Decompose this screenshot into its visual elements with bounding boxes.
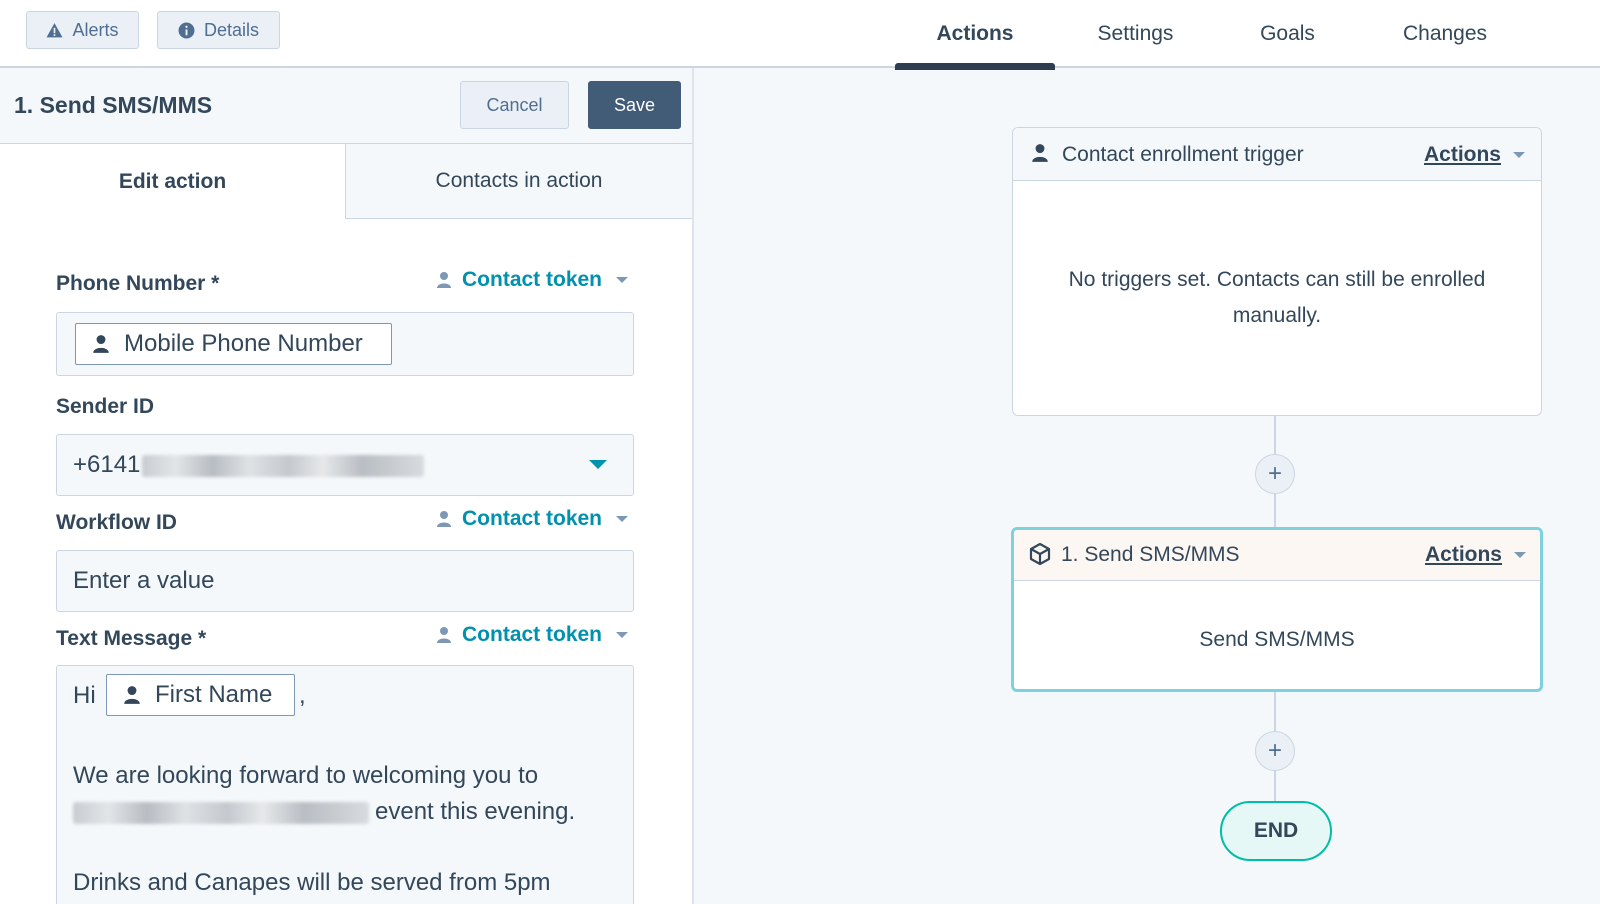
tab-label: Changes	[1402, 22, 1488, 45]
workflow-tabs: Actions Settings Goals Changes	[895, 0, 1531, 70]
contact-icon	[124, 686, 140, 704]
enrollment-trigger-card[interactable]: Contact enrollment trigger Actions No tr…	[1012, 127, 1542, 416]
chevron-down-icon	[589, 460, 607, 469]
text-message-editor[interactable]: Hi First Name , We are looking forward t…	[56, 665, 634, 904]
phone-number-field[interactable]: Mobile Phone Number	[56, 312, 634, 376]
card-title: Contact enrollment trigger	[1062, 143, 1304, 166]
tab-contacts-in-action[interactable]: Contacts in action	[345, 144, 692, 219]
tab-label: Actions	[936, 22, 1014, 45]
trigger-message-line-2: manually.	[1232, 304, 1322, 327]
chevron-down-icon	[1513, 152, 1525, 158]
phone-number-label: Phone Number *	[56, 272, 220, 295]
sender-id-select[interactable]: +6141	[56, 434, 634, 496]
actions-label: Actions	[1423, 143, 1501, 166]
message-greeting: Hi	[73, 682, 96, 709]
phone-contact-token-dropdown[interactable]: Contact token	[436, 268, 629, 292]
message-comma: ,	[299, 682, 306, 709]
text-message-label: Text Message *	[56, 627, 207, 650]
panel-header: 1. Send SMS/MMS Cancel Save	[0, 68, 692, 144]
add-action-button[interactable]: +	[1255, 731, 1295, 771]
action-card-body: Send SMS/MMS	[1199, 628, 1355, 651]
workflow-contact-token-dropdown[interactable]: Contact token	[436, 507, 629, 531]
chip-label: First Name	[155, 681, 273, 708]
add-action-button[interactable]: +	[1255, 454, 1295, 494]
details-button[interactable]: Details	[157, 11, 280, 49]
chevron-down-icon	[616, 516, 629, 522]
box-icon	[1029, 542, 1051, 566]
workflow-id-input[interactable]: Enter a value	[56, 550, 634, 612]
trigger-message-line-1: No triggers set. Contacts can still be e…	[1068, 268, 1486, 291]
tab-settings[interactable]: Settings	[1055, 0, 1216, 68]
redacted-text	[73, 801, 369, 824]
cancel-button[interactable]: Cancel	[460, 81, 569, 129]
contact-icon	[93, 335, 109, 353]
redacted-text	[142, 454, 425, 477]
workflow-id-placeholder: Enter a value	[73, 567, 215, 594]
first-name-token-chip[interactable]: First Name	[106, 674, 295, 716]
mobile-phone-token-chip[interactable]: Mobile Phone Number	[75, 323, 392, 365]
tab-changes[interactable]: Changes	[1359, 0, 1531, 68]
warning-icon	[47, 22, 63, 37]
tab-edit-action[interactable]: Edit action	[0, 144, 345, 219]
contact-icon	[437, 511, 451, 527]
message-line-3: event this evening.	[73, 798, 575, 826]
connector-line	[1274, 692, 1276, 732]
connector-line	[1274, 416, 1276, 454]
message-line-3-suffix: event this evening.	[375, 798, 576, 825]
tab-actions[interactable]: Actions	[895, 0, 1055, 70]
workflow-id-label: Workflow ID	[56, 511, 177, 534]
chevron-down-icon	[616, 277, 629, 283]
contact-icon	[437, 272, 451, 288]
message-contact-token-dropdown[interactable]: Contact token	[436, 623, 629, 647]
chip-label: Mobile Phone Number	[124, 330, 363, 357]
chevron-down-icon	[616, 632, 629, 638]
contact-icon	[1032, 144, 1048, 162]
actions-label: Actions	[1424, 543, 1502, 566]
chevron-down-icon	[1514, 552, 1526, 558]
tab-goals[interactable]: Goals	[1216, 0, 1359, 68]
sender-id-label: Sender ID	[56, 395, 155, 418]
top-bar: Alerts Details Actions Settings Goals Ch…	[0, 0, 1600, 70]
alerts-button[interactable]: Alerts	[26, 11, 139, 49]
contact-token-label: Contact token	[462, 623, 603, 646]
message-line-4: Drinks and Canapes will be served from 5…	[73, 869, 551, 896]
tab-label: Settings	[1097, 22, 1174, 45]
connector-line	[1274, 494, 1276, 528]
details-label: Details	[203, 19, 260, 40]
contact-token-label: Contact token	[462, 268, 603, 291]
panel-title: 1. Send SMS/MMS	[14, 92, 213, 118]
sender-id-value: +6141	[73, 451, 425, 479]
end-node: END	[1220, 801, 1332, 861]
connector-line	[1274, 770, 1276, 802]
trigger-actions-dropdown[interactable]: Actions	[1424, 143, 1525, 167]
action-edit-panel: 1. Send SMS/MMS Cancel Save Edit action …	[0, 68, 694, 904]
info-icon	[178, 22, 195, 38]
contact-token-label: Contact token	[462, 507, 603, 530]
save-button[interactable]: Save	[588, 81, 681, 129]
tab-label: Goals	[1260, 22, 1315, 45]
message-line-2: We are looking forward to welcoming you …	[73, 762, 539, 789]
card-title: 1. Send SMS/MMS	[1061, 543, 1240, 566]
card-header: Contact enrollment trigger Actions	[1013, 128, 1541, 181]
alerts-label: Alerts	[72, 19, 119, 40]
send-sms-action-card[interactable]: 1. Send SMS/MMS Actions Send SMS/MMS	[1011, 527, 1543, 692]
sender-id-prefix: +6141	[73, 451, 141, 478]
card-header: 1. Send SMS/MMS Actions	[1014, 530, 1540, 581]
action-actions-dropdown[interactable]: Actions	[1425, 543, 1526, 567]
contact-icon	[437, 627, 451, 643]
